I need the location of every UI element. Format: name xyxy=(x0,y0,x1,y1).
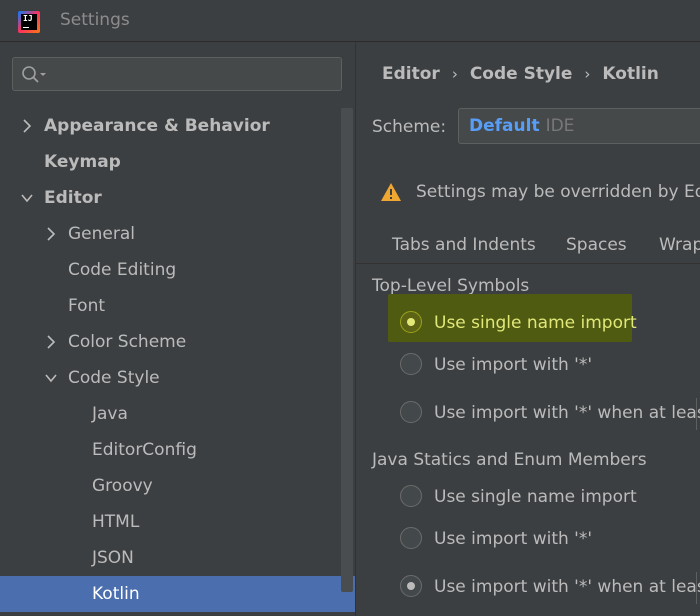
radio-button[interactable] xyxy=(400,575,422,597)
sidebar-item-html[interactable]: HTML xyxy=(0,504,340,540)
sidebar-item-label: Appearance & Behavior xyxy=(44,116,270,136)
sidebar-scrollbar[interactable] xyxy=(341,108,353,592)
sidebar-item-label: Color Scheme xyxy=(68,332,187,352)
settings-content: Editor › Code Style › Kotlin Scheme: Default… xyxy=(356,42,700,616)
sidebar-item-json[interactable]: JSON xyxy=(0,540,340,576)
tab-spaces[interactable]: Spaces xyxy=(566,235,627,255)
title-bar: IJ Settings xyxy=(0,0,700,42)
tab-wrapping[interactable]: Wrap xyxy=(659,235,700,255)
breadcrumb: Editor › Code Style › Kotlin xyxy=(382,64,659,84)
tab-bar: Tabs and Indents Spaces Wrap xyxy=(356,225,700,264)
tab-tabs-and-indents[interactable]: Tabs and Indents xyxy=(392,235,536,255)
radio-label: Use import with '*' when at least xyxy=(434,577,700,597)
radio-button[interactable] xyxy=(400,311,422,333)
scheme-name: Default xyxy=(469,116,540,136)
radio-label: Use import with '*' xyxy=(434,529,593,549)
top-level-symbols-title: Top-Level Symbols xyxy=(372,276,530,296)
radio-button[interactable] xyxy=(400,527,422,549)
sidebar-item-code-editing[interactable]: Code Editing xyxy=(0,252,340,288)
sidebar-item-kotlin[interactable]: Kotlin xyxy=(0,576,355,612)
sidebar-item-label: EditorConfig xyxy=(92,440,197,460)
sidebar-item-label: Code Editing xyxy=(68,260,177,280)
sidebar-item-java[interactable]: Java xyxy=(0,396,340,432)
override-warning: Settings may be overridden by Edi xyxy=(380,182,700,202)
sidebar-item-label: Keymap xyxy=(44,152,121,172)
sidebar-item-label: General xyxy=(68,224,135,244)
warning-text: Settings may be overridden by Edi xyxy=(416,182,700,202)
sidebar-item-label: Groovy xyxy=(92,476,153,496)
radio-button[interactable] xyxy=(400,401,422,423)
count-field-edge[interactable] xyxy=(696,398,700,430)
radio-button[interactable] xyxy=(400,353,422,375)
sidebar-item-groovy[interactable]: Groovy xyxy=(0,468,340,504)
settings-sidebar: Appearance & Behavior Keymap Editor General… xyxy=(0,42,355,616)
chevron-right-icon[interactable] xyxy=(44,335,58,349)
window-title: Settings xyxy=(60,10,130,30)
breadcrumb-code-style[interactable]: Code Style xyxy=(470,64,573,84)
chevron-right-icon[interactable] xyxy=(44,227,58,241)
breadcrumb-kotlin: Kotlin xyxy=(602,64,659,84)
scheme-dropdown[interactable]: Default IDE xyxy=(458,108,700,144)
sidebar-item-color-scheme[interactable]: Color Scheme xyxy=(0,324,340,360)
sidebar-item-appearance-behavior[interactable]: Appearance & Behavior xyxy=(0,108,340,144)
settings-tree: Appearance & Behavior Keymap Editor General… xyxy=(0,108,355,612)
sidebar-item-label: Code Style xyxy=(68,368,160,388)
intellij-logo-icon: IJ xyxy=(18,11,40,33)
sidebar-item-label: HTML xyxy=(92,512,140,532)
breadcrumb-separator-icon: › xyxy=(451,65,458,83)
count-field-edge[interactable] xyxy=(696,572,700,604)
sidebar-item-keymap[interactable]: Keymap xyxy=(0,144,340,180)
chevron-down-icon[interactable] xyxy=(20,191,34,205)
scheme-label: Scheme: xyxy=(372,117,447,137)
sidebar-item-label: JSON xyxy=(92,548,134,568)
java-statics-title: Java Statics and Enum Members xyxy=(372,450,647,470)
search-icon xyxy=(21,65,47,89)
warning-icon xyxy=(381,183,401,201)
scheme-scope: IDE xyxy=(545,116,575,136)
radio-label: Use import with '*' xyxy=(434,355,593,375)
sidebar-item-code-style[interactable]: Code Style xyxy=(0,360,340,396)
sidebar-item-label: Kotlin xyxy=(92,584,140,604)
sidebar-item-editorconfig[interactable]: EditorConfig xyxy=(0,432,340,468)
sidebar-item-label: Editor xyxy=(44,188,102,208)
breadcrumb-separator-icon: › xyxy=(584,65,591,83)
radio-button[interactable] xyxy=(400,485,422,507)
sidebar-item-label: Font xyxy=(68,296,106,316)
sidebar-item-label: Java xyxy=(92,404,128,424)
radio-label: Use import with '*' when at least xyxy=(434,403,700,423)
sidebar-item-font[interactable]: Font xyxy=(0,288,340,324)
radio-label: Use single name import xyxy=(434,487,637,507)
sidebar-item-general[interactable]: General xyxy=(0,216,340,252)
settings-search-input[interactable] xyxy=(12,57,342,91)
radio-label: Use single name import xyxy=(434,313,637,333)
breadcrumb-editor[interactable]: Editor xyxy=(382,64,440,84)
sidebar-item-editor[interactable]: Editor xyxy=(0,180,340,216)
chevron-right-icon[interactable] xyxy=(20,119,34,133)
chevron-down-icon[interactable] xyxy=(44,371,58,385)
